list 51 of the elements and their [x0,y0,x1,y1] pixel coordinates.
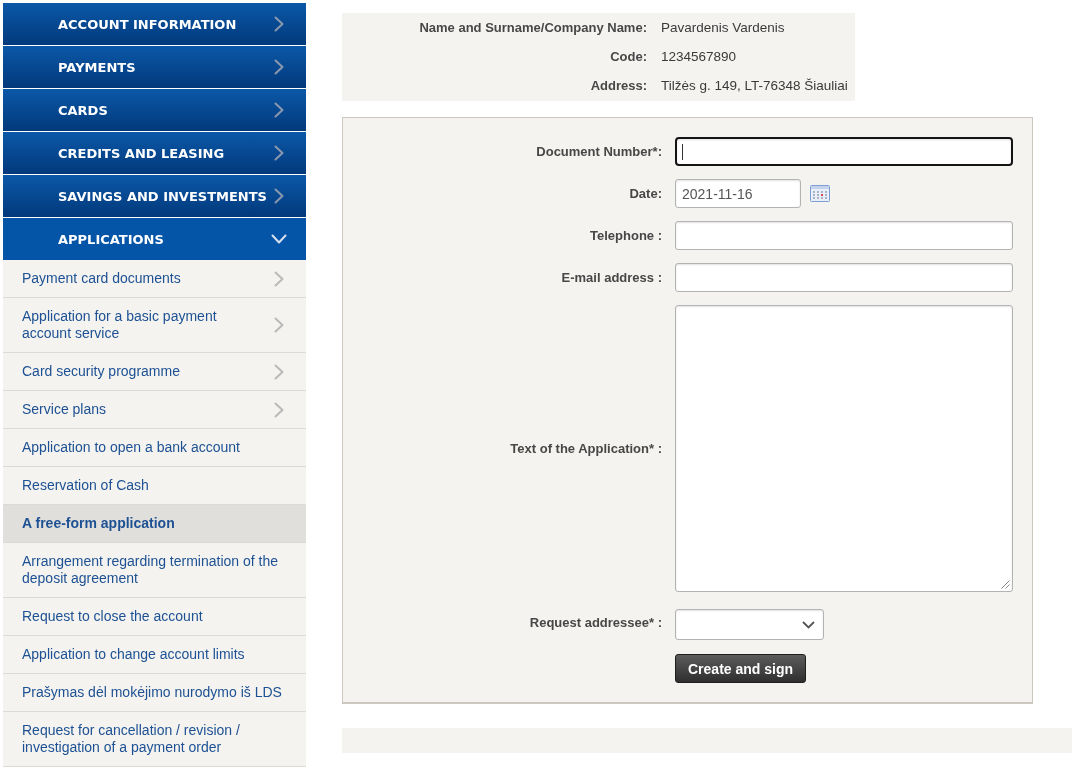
submenu-item[interactable]: Application to change account limits [3,636,306,674]
chevron-right-icon [274,188,284,204]
submenu-item[interactable]: Request for cancellation / revision / investigation of a payment order [3,712,306,767]
submenu-item[interactable]: Reservation of Cash [3,467,306,505]
info-label: Address: [589,78,647,93]
submenu-item[interactable]: Arrangement regarding termination of the deposit agreement [3,543,306,598]
chevron-right-icon [274,401,284,418]
menu-section[interactable]: PAYMENTS [3,46,306,88]
menu-section[interactable]: CARDS [3,89,306,131]
submenu-item[interactable]: Prašymas dėl mokėjimo nurodymo iš LDS [3,674,306,712]
submenu-item[interactable]: Application for a basic payment account service [3,298,306,353]
info-value: Pavardenis Vardenis [661,20,786,35]
menu-section[interactable]: CREDITS AND LEASING [3,132,306,174]
field-label: Document Number*: [536,144,662,159]
field-label: Text of the Application* : [510,441,662,456]
input-field[interactable] [675,137,1013,166]
submenu-item[interactable]: Application to open a bank account [3,429,306,467]
info-value: 1234567890 [661,49,738,64]
field-label: Telephone : [590,228,662,243]
submenu-item[interactable]: Card security programme [3,353,306,391]
menu-section[interactable]: APPLICATIONS [3,218,306,260]
calendar-icon[interactable] [810,185,830,202]
input-field[interactable] [675,221,1013,250]
chevron-right-icon [274,270,284,287]
chevron-right-icon [274,363,284,380]
info-value: Tilžės g. 149, LT-76348 Šiauliai [661,78,848,93]
field-label: Request addressee* : [529,615,662,630]
text-cursor-icon [682,143,683,160]
info-label: Name and Surname/Company Name: [418,20,647,35]
input-field[interactable] [675,263,1013,292]
chevron-right-icon [274,102,284,118]
menu-section[interactable]: SAVINGS AND INVESTMENTS [3,175,306,217]
submenu-item[interactable]: Request to close the account [3,598,306,636]
field-label: E-mail address : [561,270,662,285]
resize-handle-icon[interactable] [1001,580,1010,589]
submenu-item[interactable]: Payment card documents [3,260,306,298]
menu-section[interactable]: ACCOUNT INFORMATION [3,3,306,45]
info-label: Code: [609,49,647,64]
chevron-right-icon [274,317,284,333]
submenu-item[interactable]: Service plans [3,391,306,429]
chevron-right-icon [274,16,284,32]
submenu-item[interactable]: A free-form application [3,505,306,543]
caret-icon [802,620,815,629]
select-field[interactable] [675,609,824,640]
create-and-sign-button[interactable]: Create and sign [675,654,807,683]
date-field[interactable]: 2021-11-16 [675,179,801,208]
text-area-field[interactable] [675,305,1013,592]
chevron-down-icon [271,234,287,244]
chevron-right-icon [274,59,284,75]
chevron-right-icon [274,145,284,161]
field-label: Date: [629,186,662,201]
